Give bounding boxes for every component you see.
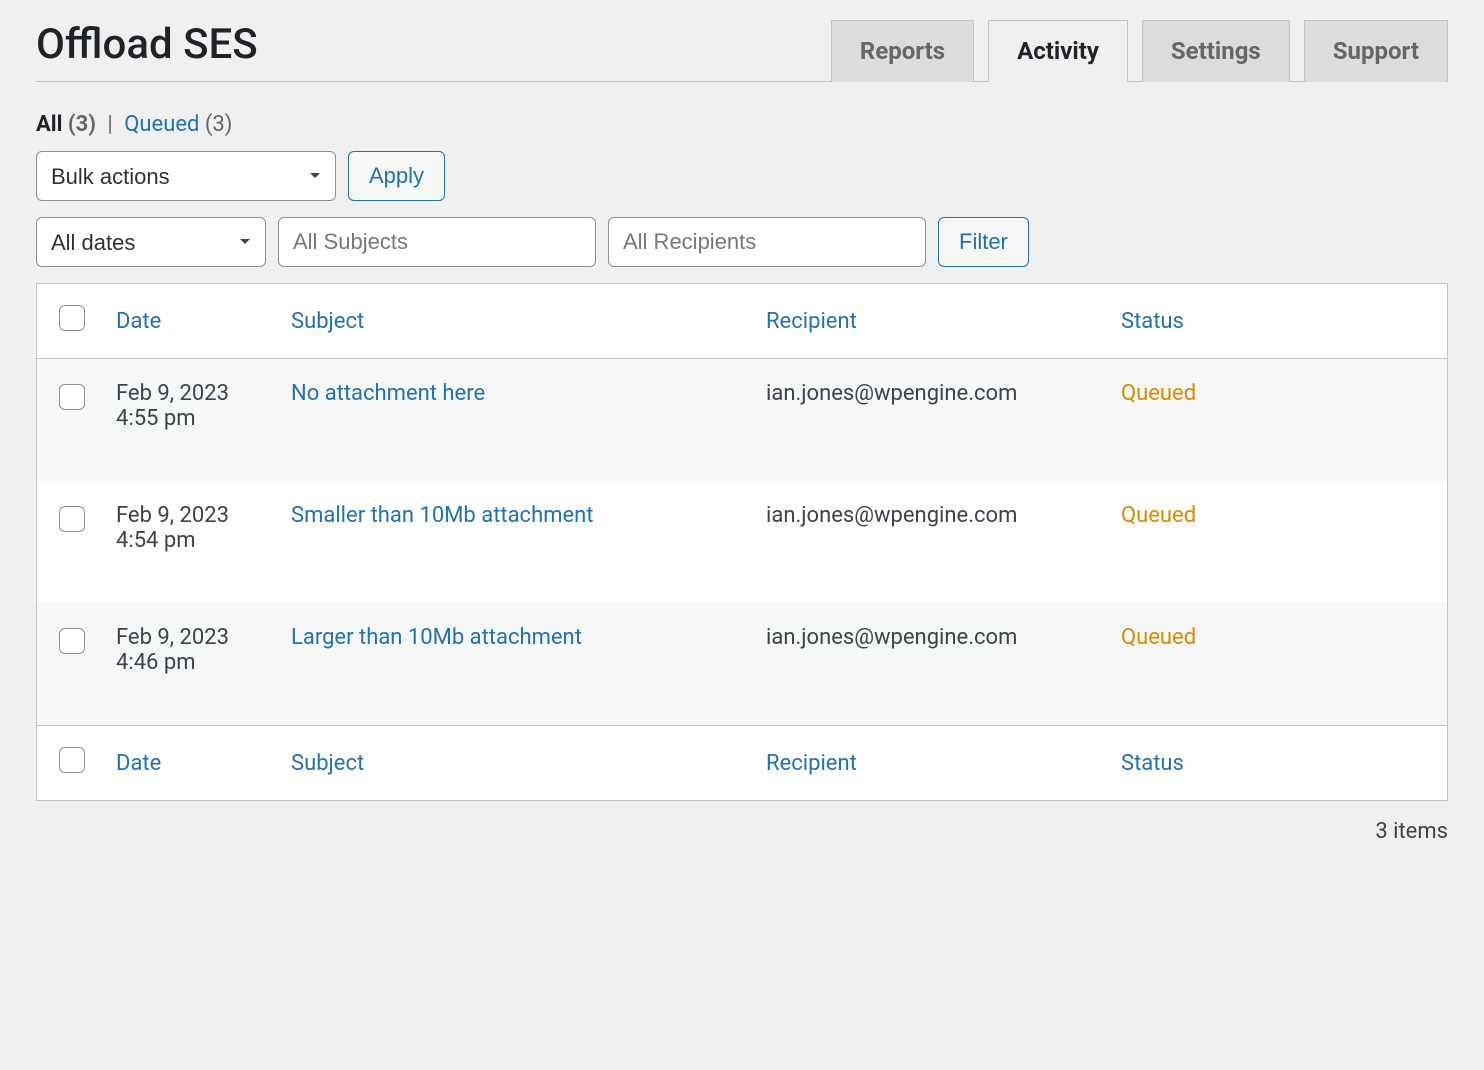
bulk-actions-select[interactable]: Bulk actions [36,151,336,201]
select-all-checkbox-footer[interactable] [59,747,85,773]
row-subject-link[interactable]: No attachment here [291,381,485,406]
row-checkbox[interactable] [59,506,85,532]
recipients-input[interactable] [608,217,926,267]
table-row: Feb 9, 2023 4:55 pm No attachment here i… [37,359,1448,482]
header-status[interactable]: Status [1121,309,1184,334]
row-status: Queued [1121,503,1196,528]
activity-table: Date Subject Recipient Status Feb 9, 202… [36,283,1448,801]
header-subject[interactable]: Subject [291,309,364,334]
view-queued-label: Queued [124,112,199,137]
footer-recipient[interactable]: Recipient [766,751,857,776]
row-recipient: ian.jones@wpengine.com [752,359,1107,482]
page-title: Offload SES [36,20,258,69]
view-all[interactable]: All (3) [36,112,101,137]
header-date[interactable]: Date [116,309,161,334]
items-count: 3 items [36,819,1448,844]
dates-select[interactable]: All dates [36,217,266,267]
footer-date[interactable]: Date [116,751,161,776]
row-recipient: ian.jones@wpengine.com [752,481,1107,603]
row-recipient: ian.jones@wpengine.com [752,603,1107,726]
tab-settings[interactable]: Settings [1142,20,1290,82]
filter-button[interactable]: Filter [938,217,1029,267]
row-status: Queued [1121,625,1196,650]
row-checkbox[interactable] [59,628,85,654]
apply-button[interactable]: Apply [348,151,445,201]
table-row: Feb 9, 2023 4:46 pm Larger than 10Mb att… [37,603,1448,726]
row-subject-link[interactable]: Smaller than 10Mb attachment [291,503,594,528]
view-all-label: All [36,112,62,137]
footer-subject[interactable]: Subject [291,751,364,776]
row-date: Feb 9, 2023 [116,625,229,650]
header-recipient[interactable]: Recipient [766,309,857,334]
tabs: Reports Activity Settings Support [831,20,1448,81]
select-all-checkbox[interactable] [59,305,85,331]
row-time: 4:55 pm [116,406,196,431]
view-queued[interactable]: Queued (3) [124,112,232,137]
view-separator: | [101,112,118,137]
view-filters: All (3) | Queued (3) [36,112,1448,137]
tab-support[interactable]: Support [1304,20,1448,82]
tab-activity[interactable]: Activity [988,20,1128,82]
row-subject-link[interactable]: Larger than 10Mb attachment [291,625,582,650]
row-date: Feb 9, 2023 [116,381,229,406]
row-time: 4:46 pm [116,650,196,675]
row-checkbox[interactable] [59,384,85,410]
row-time: 4:54 pm [116,528,196,553]
row-status: Queued [1121,381,1196,406]
footer-status[interactable]: Status [1121,751,1184,776]
tab-reports[interactable]: Reports [831,20,974,82]
view-all-count: (3) [68,112,96,137]
row-date: Feb 9, 2023 [116,503,229,528]
view-queued-count: (3) [205,112,233,137]
subjects-input[interactable] [278,217,596,267]
table-row: Feb 9, 2023 4:54 pm Smaller than 10Mb at… [37,481,1448,603]
